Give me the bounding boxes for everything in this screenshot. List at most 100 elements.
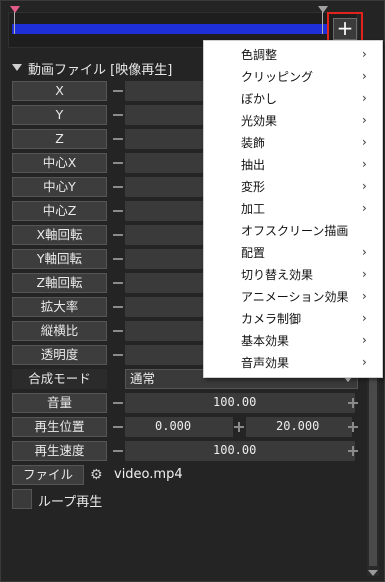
blend-mode-label: 合成モード: [12, 369, 107, 389]
increment-icon[interactable]: [348, 422, 358, 432]
playback-position-button[interactable]: 再生位置: [12, 417, 107, 437]
menu-item-blur[interactable]: ぼかし ›: [204, 87, 382, 109]
submenu-arrow-icon: ›: [362, 157, 367, 171]
property-button[interactable]: 縦横比: [12, 321, 107, 341]
file-button[interactable]: ファイル: [12, 465, 84, 485]
decrement-icon[interactable]: [113, 306, 123, 308]
menu-item-label: アニメーション効果: [241, 290, 349, 304]
submenu-arrow-icon: ›: [362, 355, 367, 369]
property-button[interactable]: Z軸回転: [12, 273, 107, 293]
scroll-down-icon[interactable]: [368, 570, 378, 576]
menu-item-extract[interactable]: 抽出 ›: [204, 153, 382, 175]
property-button[interactable]: 拡大率: [12, 297, 107, 317]
decrement-icon[interactable]: [113, 450, 123, 452]
menu-item-label: 抽出: [241, 158, 266, 172]
property-button[interactable]: 中心X: [12, 153, 107, 173]
submenu-arrow-icon: ›: [362, 267, 367, 281]
menu-item-animation-effects[interactable]: アニメーション効果 ›: [204, 285, 382, 307]
playback-speed-row: 再生速度 100.00: [12, 441, 360, 461]
volume-button[interactable]: 音量: [12, 393, 107, 413]
menu-item-light-effects[interactable]: 光効果 ›: [204, 109, 382, 131]
increment-icon[interactable]: [348, 398, 358, 408]
menu-item-camera-control[interactable]: カメラ制御 ›: [204, 307, 382, 329]
submenu-arrow-icon: ›: [362, 113, 367, 127]
property-button[interactable]: Y軸回転: [12, 249, 107, 269]
menu-item-label: 配置: [241, 246, 266, 260]
decrement-icon[interactable]: [113, 234, 123, 236]
end-marker-line: [322, 12, 323, 34]
property-button[interactable]: 透明度: [12, 345, 107, 365]
menu-item-label: オフスクリーン描画: [241, 224, 349, 238]
file-name: video.mp4: [114, 467, 183, 482]
decrement-icon[interactable]: [113, 162, 123, 164]
decrement-icon[interactable]: [113, 402, 123, 404]
submenu-arrow-icon: ›: [362, 91, 367, 105]
playback-speed-slider[interactable]: 100.00: [125, 441, 355, 461]
menu-item-label: ぼかし: [241, 92, 278, 106]
menu-item-label: 基本効果: [241, 334, 290, 348]
file-row: ファイル ⚙ video.mp4: [12, 465, 360, 485]
increment-icon[interactable]: [348, 446, 358, 456]
submenu-arrow-icon: ›: [362, 201, 367, 215]
menu-item-label: 切り替え効果: [241, 268, 314, 282]
playback-speed-button[interactable]: 再生速度: [12, 441, 107, 461]
decrement-icon[interactable]: [113, 90, 123, 92]
decrement-icon[interactable]: [113, 426, 123, 428]
decrement-icon[interactable]: [113, 330, 123, 332]
playback-position-row: 再生位置 0.000 20.000: [12, 417, 360, 437]
decrement-icon[interactable]: [113, 186, 123, 188]
menu-item-label: 音声効果: [241, 356, 290, 370]
menu-item-audio-effects[interactable]: 音声効果 ›: [204, 351, 382, 373]
decrement-icon[interactable]: [113, 354, 123, 356]
menu-item-label: 光効果: [241, 114, 278, 128]
loop-row: ループ再生: [12, 489, 360, 510]
property-button[interactable]: 中心Z: [12, 201, 107, 221]
submenu-arrow-icon: ›: [362, 311, 367, 325]
menu-item-label: 色調整: [241, 48, 278, 62]
submenu-arrow-icon: ›: [362, 47, 367, 61]
collapse-triangle-icon[interactable]: [12, 64, 22, 71]
submenu-arrow-icon: ›: [362, 135, 367, 149]
timeline-range-bar[interactable]: [12, 24, 327, 34]
playback-speed-value: 100.00: [213, 443, 257, 457]
menu-item-label: 変形: [241, 180, 266, 194]
increment-icon[interactable]: [234, 422, 244, 432]
add-filter-button[interactable]: +: [333, 18, 357, 40]
decrement-icon[interactable]: [113, 282, 123, 284]
volume-value: 100.00: [213, 395, 257, 409]
menu-item-basic-effects[interactable]: 基本効果 ›: [204, 329, 382, 351]
decrement-icon[interactable]: [113, 138, 123, 140]
menu-item-decoration[interactable]: 装飾 ›: [204, 131, 382, 153]
menu-item-clipping[interactable]: クリッピング ›: [204, 65, 382, 87]
menu-item-transform[interactable]: 変形 ›: [204, 175, 382, 197]
property-button[interactable]: X軸回転: [12, 225, 107, 245]
end-position-value: 20.000: [276, 419, 320, 433]
menu-item-offscreen-draw[interactable]: オフスクリーン描画: [204, 219, 382, 241]
decrement-icon[interactable]: [113, 258, 123, 260]
menu-item-transition-effects[interactable]: 切り替え効果 ›: [204, 263, 382, 285]
menu-item-processing[interactable]: 加工 ›: [204, 197, 382, 219]
end-position-slider[interactable]: 20.000: [246, 417, 352, 437]
submenu-arrow-icon: ›: [362, 179, 367, 193]
menu-item-label: クリッピング: [241, 70, 314, 84]
property-button[interactable]: Y: [12, 105, 107, 125]
property-button[interactable]: Z: [12, 129, 107, 149]
decrement-icon[interactable]: [113, 114, 123, 116]
menu-item-placement[interactable]: 配置 ›: [204, 241, 382, 263]
start-position-value: 0.000: [155, 419, 192, 433]
start-marker-icon[interactable]: [10, 6, 20, 13]
volume-row: 音量 100.00: [12, 393, 360, 413]
menu-item-label: 装飾: [241, 136, 266, 150]
blend-mode-value: 通常: [130, 371, 156, 386]
menu-item-color-correction[interactable]: 色調整 ›: [204, 43, 382, 65]
gear-icon[interactable]: ⚙: [90, 467, 103, 483]
submenu-arrow-icon: ›: [362, 69, 367, 83]
object-settings-panel: + 動画ファイル [映像再生] X Y Z 中心X 中心Y 中心Z X軸回転 Y…: [0, 0, 385, 582]
loop-checkbox[interactable]: [12, 489, 32, 509]
property-button[interactable]: X: [12, 81, 107, 101]
volume-slider[interactable]: 100.00: [125, 393, 355, 413]
start-position-slider[interactable]: 0.000: [125, 417, 233, 437]
decrement-icon[interactable]: [113, 210, 123, 212]
submenu-arrow-icon: ›: [362, 289, 367, 303]
property-button[interactable]: 中心Y: [12, 177, 107, 197]
